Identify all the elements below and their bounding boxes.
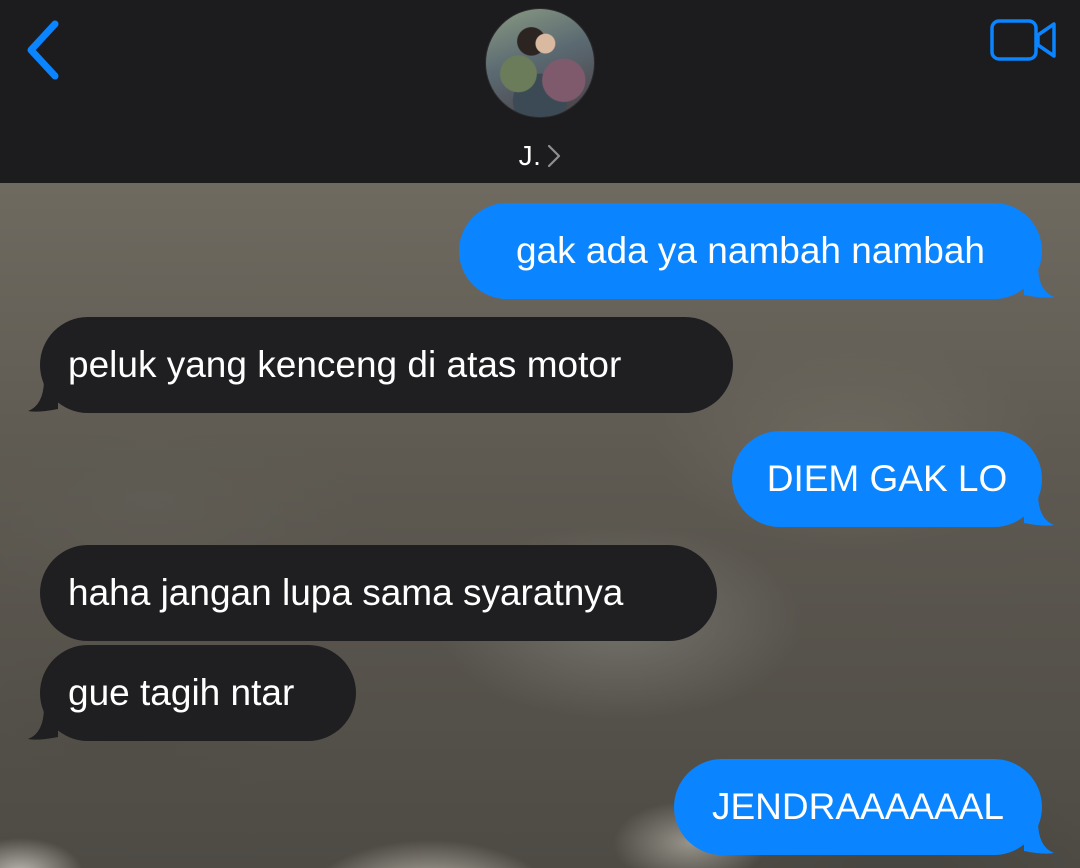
chevron-right-icon — [548, 144, 561, 168]
message-list: gak ada ya nambah nambah peluk yang kenc… — [0, 183, 1080, 868]
contact-avatar[interactable] — [485, 8, 595, 118]
message-thread-screen: J. gak ada ya nambah nambah peluk yang k… — [0, 0, 1080, 868]
message-text: peluk yang kenceng di atas motor — [68, 344, 622, 385]
received-message-bubble[interactable]: gue tagih ntar — [28, 645, 356, 741]
received-message-bubble[interactable]: haha jangan lupa sama syaratnya — [40, 545, 717, 641]
conversation-header: J. — [0, 0, 1080, 183]
bubble-tail — [1024, 821, 1054, 854]
bubble-tail — [28, 379, 58, 412]
video-call-button[interactable] — [990, 16, 1058, 64]
message-text: gak ada ya nambah nambah — [515, 230, 985, 271]
bubble-tail — [1024, 493, 1054, 526]
message-text: JENDRAAAAAAL — [712, 786, 1004, 827]
sent-message-bubble[interactable]: JENDRAAAAAAL — [674, 759, 1054, 855]
chevron-left-icon — [27, 20, 59, 80]
sent-message-bubble[interactable]: gak ada ya nambah nambah — [459, 203, 1054, 299]
received-message-bubble[interactable]: peluk yang kenceng di atas motor — [28, 317, 733, 413]
contact-name: J. — [518, 140, 542, 171]
contact-info-link[interactable]: J. — [0, 138, 1080, 174]
back-button[interactable] — [18, 18, 68, 82]
message-text: DIEM GAK LO — [766, 458, 1008, 499]
bubble-tail — [1024, 265, 1054, 298]
sent-message-bubble[interactable]: DIEM GAK LO — [732, 431, 1054, 527]
bubble-tail — [28, 707, 58, 740]
video-camera-icon — [990, 19, 1056, 61]
message-text: haha jangan lupa sama syaratnya — [68, 572, 624, 613]
message-text: gue tagih ntar — [68, 672, 295, 713]
